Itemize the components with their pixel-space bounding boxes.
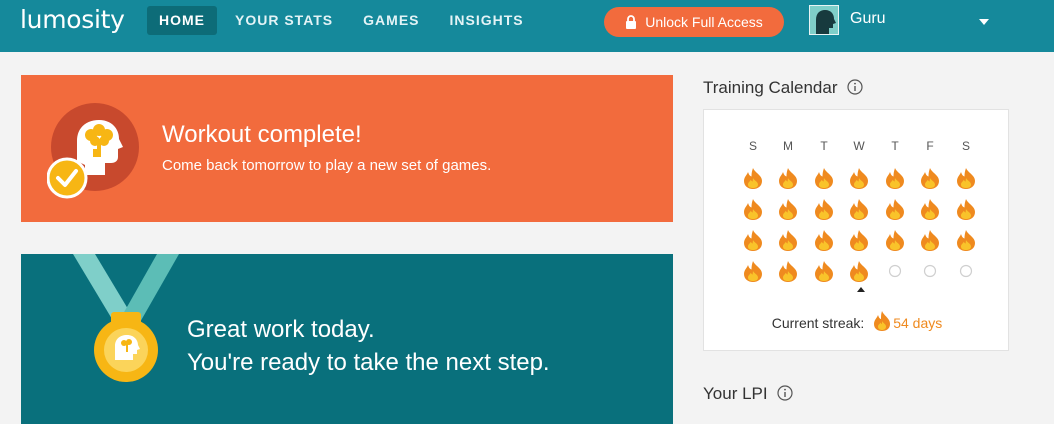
great-work-line1: Great work today. — [187, 316, 375, 343]
calendar-day-flame-icon[interactable] — [812, 228, 836, 252]
calendar-day-flame-icon[interactable] — [776, 259, 800, 283]
calendar-weekday: S — [748, 139, 757, 153]
training-calendar: Current streak: 54 days S M T W T F S — [703, 109, 1009, 351]
calendar-day-flame-icon[interactable] — [954, 197, 978, 221]
info-icon[interactable] — [777, 385, 793, 406]
calendar-day-flame-icon[interactable] — [812, 197, 836, 221]
nav-insights[interactable]: INSIGHTS — [438, 6, 536, 35]
nav-games[interactable]: GAMES — [351, 6, 431, 35]
workout-complete-title: Workout complete! — [162, 121, 362, 148]
nav-home[interactable]: HOME — [147, 6, 217, 35]
chevron-down-icon[interactable] — [978, 14, 990, 25]
calendar-day-flame-icon[interactable] — [883, 166, 907, 190]
medal-icon — [71, 254, 181, 394]
calendar-day-flame-icon[interactable] — [847, 197, 871, 221]
workout-complete-card: Workout complete! Come back tomorrow to … — [21, 75, 673, 222]
calendar-weekday: F — [926, 139, 934, 153]
current-streak: Current streak: 54 days — [704, 310, 1010, 335]
main-nav: HOME YOUR STATS GAMES INSIGHTS — [147, 6, 542, 35]
calendar-day-flame-icon[interactable] — [776, 166, 800, 190]
calendar-day-flame-icon[interactable] — [883, 197, 907, 221]
nav-your-stats[interactable]: YOUR STATS — [223, 6, 345, 35]
calendar-day-flame-icon[interactable] — [741, 228, 765, 252]
calendar-day-flame-icon[interactable] — [741, 259, 765, 283]
unlock-label: Unlock Full Access — [645, 14, 763, 30]
info-icon[interactable] — [847, 79, 863, 100]
calendar-day-flame-icon[interactable] — [918, 197, 942, 221]
streak-label: Current streak: — [771, 315, 865, 331]
lpi-heading: Your LPI — [703, 384, 793, 406]
avatar-head-icon — [810, 6, 838, 34]
calendar-day-flame-icon[interactable] — [776, 228, 800, 252]
great-work-card: Great work today. You're ready to take t… — [21, 254, 673, 424]
calendar-day-flame-icon[interactable] — [847, 228, 871, 252]
calendar-day-flame-icon[interactable] — [918, 228, 942, 252]
calendar-day-flame-icon[interactable] — [741, 166, 765, 190]
calendar-day-flame-icon[interactable] — [847, 166, 871, 190]
calendar-day-flame-icon[interactable] — [954, 228, 978, 252]
lumosity-logo[interactable]: lumosity — [20, 5, 125, 34]
calendar-weekday: W — [853, 139, 865, 153]
training-calendar-heading: Training Calendar — [703, 78, 863, 100]
calendar-day-empty[interactable] — [883, 259, 907, 283]
calendar-weekday: S — [961, 139, 970, 153]
calendar-day-flame-icon[interactable] — [883, 228, 907, 252]
training-calendar-title: Training Calendar — [703, 78, 838, 97]
calendar-day-flame-icon[interactable] — [954, 166, 978, 190]
lpi-title: Your LPI — [703, 384, 768, 403]
calendar-day-flame-icon[interactable] — [847, 259, 871, 283]
calendar-day-flame-icon[interactable] — [918, 166, 942, 190]
today-marker — [857, 287, 865, 292]
workout-complete-subtitle: Come back tomorrow to play a new set of … — [162, 157, 492, 174]
unlock-full-access-button[interactable]: Unlock Full Access — [604, 7, 784, 37]
top-nav-bar: lumosity HOME YOUR STATS GAMES INSIGHTS … — [0, 0, 1054, 52]
streak-value: 54 days — [893, 315, 943, 331]
lock-icon — [625, 9, 637, 39]
calendar-day-flame-icon[interactable] — [741, 197, 765, 221]
calendar-day-flame-icon[interactable] — [776, 197, 800, 221]
calendar-day-flame-icon[interactable] — [812, 166, 836, 190]
avatar[interactable] — [809, 5, 839, 35]
calendar-weekday: T — [891, 139, 899, 153]
great-work-line2: You're ready to take the next step. — [187, 349, 550, 376]
flame-icon — [873, 310, 891, 335]
username[interactable]: Guru — [850, 10, 886, 28]
calendar-weekday: M — [783, 139, 793, 153]
calendar-day-empty[interactable] — [918, 259, 942, 283]
calendar-day-empty[interactable] — [954, 259, 978, 283]
calendar-day-flame-icon[interactable] — [812, 259, 836, 283]
calendar-weekday: T — [820, 139, 828, 153]
workout-complete-icon — [46, 103, 139, 199]
